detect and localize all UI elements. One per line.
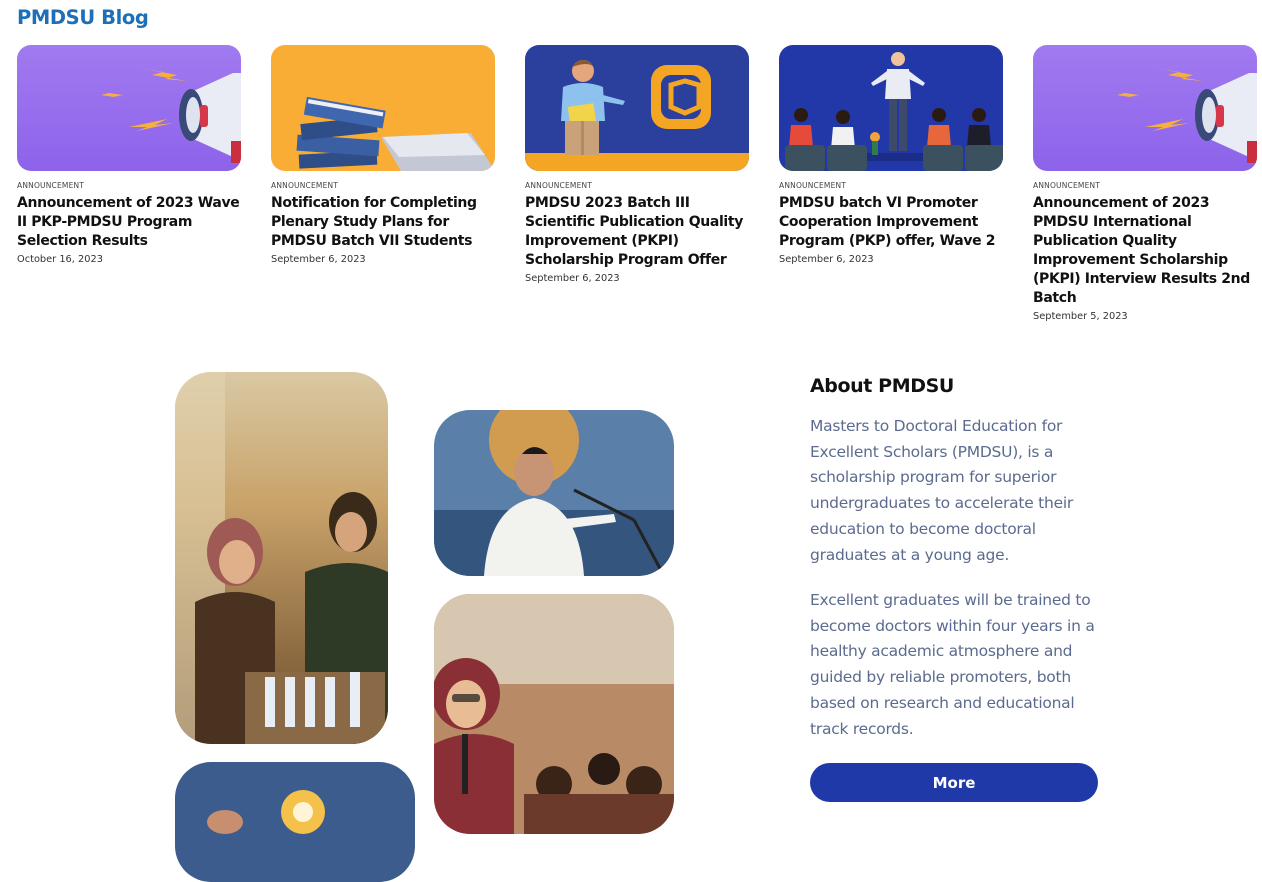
post-title-link[interactable]: PMDSU batch VI Promoter Cooperation Impr… bbox=[779, 194, 1003, 251]
collage-photo-audience bbox=[175, 372, 388, 744]
megaphone-illustration[interactable] bbox=[17, 45, 241, 171]
megaphone-illustration[interactable] bbox=[1033, 45, 1257, 171]
collage-photo-student bbox=[434, 594, 674, 834]
about-paragraph-1: Masters to Doctoral Education for Excell… bbox=[810, 417, 1074, 564]
blog-card[interactable]: ANNOUNCEMENT Announcement of 2023 PMDSU … bbox=[1033, 45, 1257, 323]
books-illustration[interactable] bbox=[271, 45, 495, 171]
presenter-illustration[interactable] bbox=[525, 45, 749, 171]
blog-card[interactable]: ANNOUNCEMENT PMDSU 2023 Batch III Scient… bbox=[525, 45, 749, 285]
blog-title: PMDSU Blog bbox=[17, 6, 149, 29]
post-category: ANNOUNCEMENT bbox=[1033, 181, 1101, 190]
post-category: ANNOUNCEMENT bbox=[525, 181, 593, 190]
blog-card[interactable]: ANNOUNCEMENT Notification for Completing… bbox=[271, 45, 495, 266]
post-date: September 6, 2023 bbox=[779, 254, 874, 265]
collage-photo-speaker bbox=[434, 410, 674, 576]
post-title-link[interactable]: Announcement of 2023 Wave II PKP-PMDSU P… bbox=[17, 194, 241, 251]
more-button[interactable]: More bbox=[810, 763, 1098, 802]
audience-illustration[interactable] bbox=[779, 45, 1003, 171]
post-title-link[interactable]: PMDSU 2023 Batch III Scientific Publicat… bbox=[525, 194, 749, 270]
post-category: ANNOUNCEMENT bbox=[271, 181, 339, 190]
post-category: ANNOUNCEMENT bbox=[779, 181, 847, 190]
post-title-link[interactable]: Announcement of 2023 PMDSU International… bbox=[1033, 194, 1257, 308]
collage-photo-stage bbox=[175, 762, 415, 882]
about-paragraph-2: Excellent graduates will be trained to b… bbox=[810, 591, 1095, 738]
post-date: October 16, 2023 bbox=[17, 254, 103, 265]
post-title-link[interactable]: Notification for Completing Plenary Stud… bbox=[271, 194, 495, 251]
about-title: About PMDSU bbox=[810, 375, 954, 397]
post-date: September 5, 2023 bbox=[1033, 311, 1128, 322]
post-date: September 6, 2023 bbox=[525, 273, 620, 284]
post-category: ANNOUNCEMENT bbox=[17, 181, 85, 190]
post-date: September 6, 2023 bbox=[271, 254, 366, 265]
blog-card[interactable]: ANNOUNCEMENT PMDSU batch VI Promoter Coo… bbox=[779, 45, 1003, 266]
blog-card[interactable]: ANNOUNCEMENT Announcement of 2023 Wave I… bbox=[17, 45, 241, 266]
